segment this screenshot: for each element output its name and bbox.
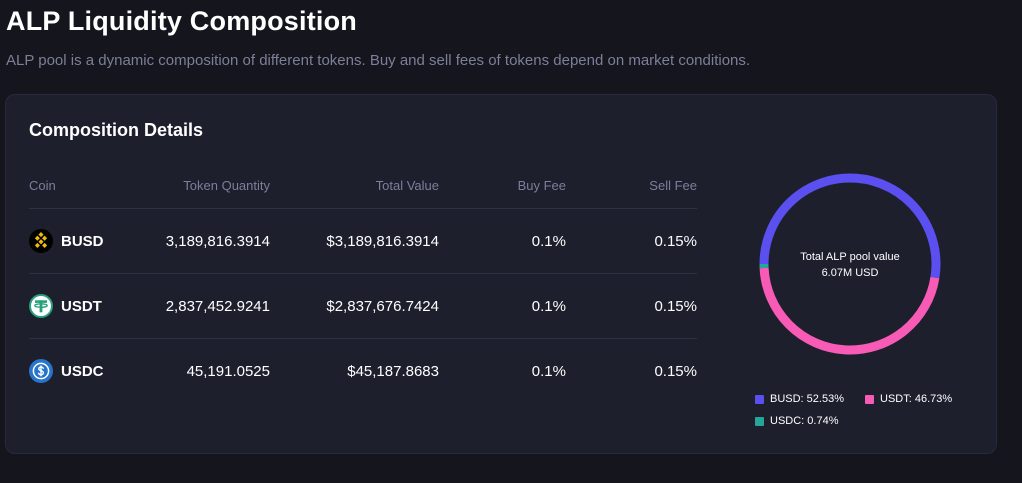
page-subtitle: ALP pool is a dynamic composition of dif… — [6, 52, 751, 69]
total-value: $45,187.8683 — [347, 362, 439, 380]
sell-fee: 0.15% — [654, 362, 697, 380]
card-title: Composition Details — [29, 120, 204, 140]
buy-fee: 0.1% — [531, 297, 566, 315]
table-row: USDT 2,837,452.9241 $2,837,676.7424 0.1%… — [29, 273, 697, 338]
coin-cell: USDC — [29, 339, 104, 403]
composition-card: Composition Details Coin Token Quantity … — [5, 94, 997, 454]
table-header: Coin Token Quantity Total Value Buy Fee … — [29, 175, 697, 208]
donut-center-label: Total ALP pool value — [800, 251, 899, 263]
header-total-value: Total Value — [375, 178, 439, 193]
buy-fee: 0.1% — [531, 362, 566, 380]
legend-item-usdt: USDT: 46.73% — [865, 393, 952, 405]
header-buy-fee: Buy Fee — [517, 178, 566, 193]
page-title: ALP Liquidity Composition — [6, 6, 357, 36]
total-value: $2,837,676.7424 — [326, 297, 439, 315]
table-row: BUSD 3,189,816.3914 $3,189,816.3914 0.1%… — [29, 208, 697, 273]
sell-fee: 0.15% — [654, 297, 697, 315]
composition-table: Coin Token Quantity Total Value Buy Fee … — [29, 175, 697, 403]
legend-item-usdc: USDC: 0.74% — [755, 415, 838, 427]
token-quantity: 3,189,816.3914 — [165, 232, 270, 250]
legend-label: USDT: 46.73% — [880, 393, 953, 405]
coin-cell: USDT — [29, 274, 102, 338]
coin-name: USDT — [61, 297, 102, 315]
usdc-icon — [29, 359, 53, 383]
token-quantity: 2,837,452.9241 — [165, 297, 270, 315]
busd-icon — [29, 229, 53, 253]
coin-name: USDC — [61, 362, 104, 380]
usdt-icon — [29, 294, 53, 318]
legend-label: USDC: 0.74% — [770, 415, 839, 427]
legend-swatch — [755, 416, 764, 426]
coin-name: BUSD — [61, 232, 104, 250]
buy-fee: 0.1% — [531, 232, 566, 250]
header-token-quantity: Token Quantity — [183, 178, 270, 193]
total-value: $3,189,816.3914 — [326, 232, 439, 250]
donut-slice-usdt — [759, 267, 940, 355]
token-quantity: 45,191.0525 — [186, 362, 270, 380]
legend-swatch — [865, 394, 874, 404]
coin-cell: BUSD — [29, 209, 104, 273]
legend-swatch — [755, 394, 764, 404]
legend-label: BUSD: 52.53% — [770, 393, 844, 405]
table-row: USDC 45,191.0525 $45,187.8683 0.1% 0.15% — [29, 338, 697, 403]
header-coin: Coin — [29, 178, 56, 193]
donut-center-value: 6.07M USD — [822, 267, 879, 279]
pool-composition-donut-chart: Total ALP pool value 6.07M USD — [759, 173, 941, 355]
header-sell-fee: Sell Fee — [649, 178, 697, 193]
legend-item-busd: BUSD: 52.53% — [755, 393, 844, 405]
sell-fee: 0.15% — [654, 232, 697, 250]
